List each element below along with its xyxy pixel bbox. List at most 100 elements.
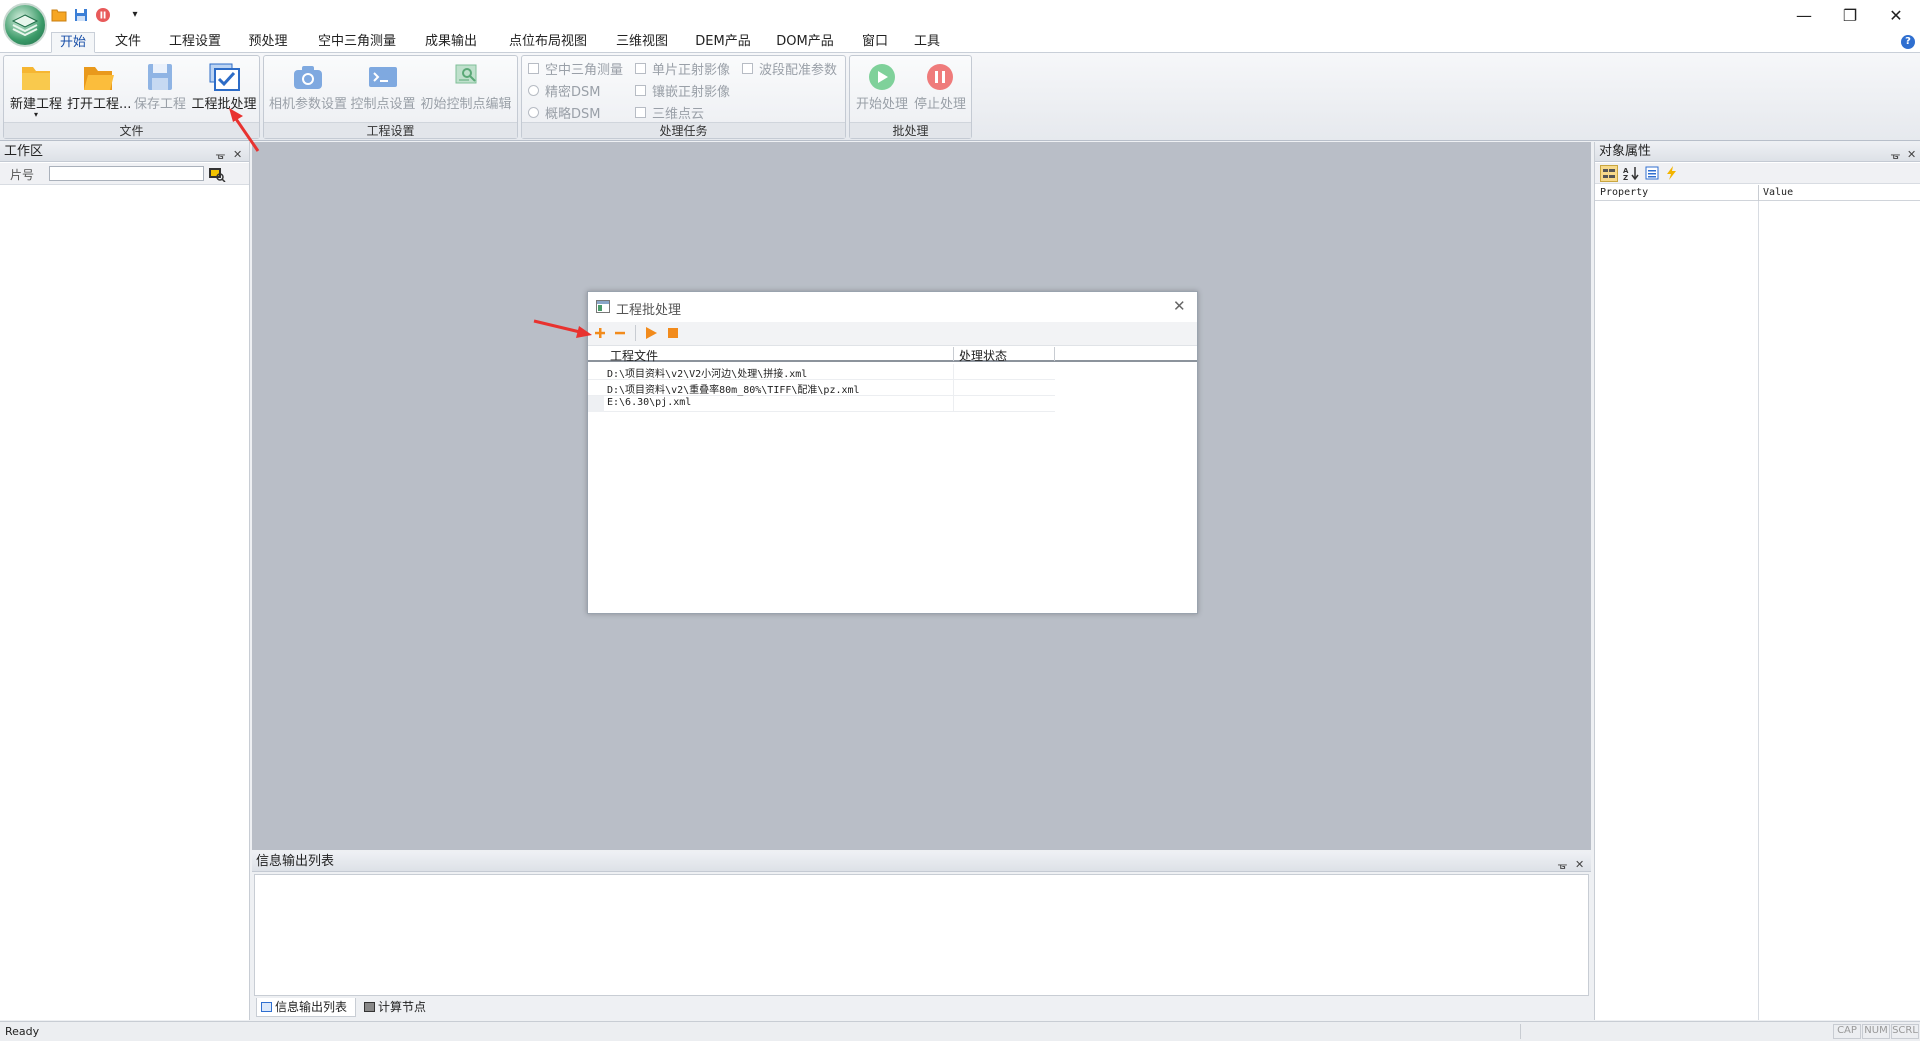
single-ortho-checkbox[interactable]: 单片正射影像 <box>635 59 731 78</box>
sort-alpha-icon[interactable]: AZ <box>1623 165 1639 184</box>
scroll-indicator: SCRL <box>1891 1024 1919 1039</box>
single-ortho-label: 单片正射影像 <box>652 62 731 78</box>
remove-icon[interactable] <box>613 326 627 344</box>
column-header-file[interactable]: 工程文件 <box>610 347 658 364</box>
status-bar: Ready CAP NUM SCRL <box>0 1021 1920 1041</box>
open-project-button[interactable]: 打开工程... <box>67 58 131 120</box>
properties-panel: 对象属性 ᚗ ✕ AZ Property Value <box>1594 142 1920 1020</box>
dense-dsm-label: 精密DSM <box>545 84 601 100</box>
dense-dsm-radio[interactable]: 精密DSM <box>528 81 601 100</box>
ribbon-group-batch: 开始处理 停止处理 批处理 <box>849 55 972 139</box>
menu-start[interactable]: 开始 <box>51 32 95 53</box>
status-divider <box>1520 1024 1521 1039</box>
menu-dom[interactable]: DOM产品 <box>775 32 835 53</box>
open-folder-icon[interactable] <box>50 6 68 23</box>
stop-process-button[interactable]: 停止处理 <box>912 58 968 120</box>
menu-layout-view[interactable]: 点位布局视图 <box>505 32 591 53</box>
camera-icon <box>294 66 322 89</box>
close-button[interactable]: ✕ <box>1873 0 1919 30</box>
pin-icon[interactable]: ᚗ <box>1558 855 1567 875</box>
play-circle-icon <box>869 64 895 90</box>
pin-icon[interactable]: ᚗ <box>1891 145 1900 165</box>
restore-button[interactable]: ❐ <box>1827 0 1873 30</box>
toolbar-separator <box>635 325 636 341</box>
radio-circle <box>528 84 539 96</box>
workspace-title: 工作区 <box>4 144 44 159</box>
status-text: Ready <box>5 1025 40 1038</box>
stop-square-icon[interactable] <box>667 327 679 343</box>
tab-label: 计算节点 <box>378 1000 427 1014</box>
aerial-triangulation-checkbox[interactable]: 空中三角测量 <box>528 59 623 78</box>
batch-group-title: 批处理 <box>850 122 971 138</box>
customize-dropdown-icon[interactable]: ▾ <box>126 6 144 23</box>
menu-bar: 开始 文件 工程设置 预处理 空中三角测量 成果输出 点位布局视图 三维视图 D… <box>0 30 1920 53</box>
property-pages-icon[interactable] <box>1645 166 1659 184</box>
help-icon[interactable]: ? <box>1901 35 1915 49</box>
property-grid-header: Property Value <box>1595 185 1920 201</box>
ribbon-group-settings: 相机参数设置 控制点设置 初始控制点编辑 工程设置 <box>263 55 518 139</box>
annotation-arrow <box>533 319 592 338</box>
save-project-button[interactable]: 保存工程 <box>131 58 189 120</box>
file-cell: D:\项目资料\v2\重叠率80m_80%\TIFF\配准\pz.xml <box>607 385 860 396</box>
menu-window[interactable]: 窗口 <box>857 32 893 53</box>
initial-control-edit-button[interactable]: 初始控制点编辑 <box>418 58 514 120</box>
play-icon[interactable] <box>644 326 658 344</box>
dialog-close-icon[interactable]: ✕ <box>1173 297 1186 315</box>
tab-compute-nodes[interactable]: 计算节点 <box>360 998 440 1017</box>
stop-process-label: 停止处理 <box>913 97 966 112</box>
title-bar: ▾ — ❐ ✕ <box>0 0 1920 30</box>
properties-title: 对象属性 <box>1599 144 1652 159</box>
close-icon[interactable]: ✕ <box>1575 855 1584 875</box>
stop-icon[interactable] <box>94 6 112 23</box>
tasks-group-title: 处理任务 <box>522 122 845 138</box>
menu-dem[interactable]: DEM产品 <box>693 32 753 53</box>
events-icon[interactable] <box>1666 166 1678 184</box>
menu-preprocess[interactable]: 预处理 <box>244 32 292 53</box>
checkbox-box <box>742 62 753 74</box>
point-cloud-label: 三维点云 <box>652 106 705 122</box>
add-icon[interactable] <box>593 326 607 344</box>
new-project-button[interactable]: 新建工程 ▾ <box>7 58 65 120</box>
cell-divider <box>953 364 954 380</box>
menu-3d-view[interactable]: 三维视图 <box>612 32 672 53</box>
ribbon-group-tasks: 空中三角测量 精密DSM 概略DSM 单片正射影像 镶嵌正射影像 三维点云 波段… <box>521 55 846 139</box>
pin-icon[interactable]: ᚗ <box>216 145 225 165</box>
control-points-label: 控制点设置 <box>350 97 416 112</box>
mosaic-ortho-checkbox[interactable]: 镶嵌正射影像 <box>635 81 730 100</box>
column-divider <box>1054 347 1055 361</box>
control-points-button[interactable]: 控制点设置 <box>350 58 416 120</box>
svg-text:Z: Z <box>1623 174 1628 181</box>
cell-divider <box>953 396 954 412</box>
checkbox-box <box>635 84 646 96</box>
cell-divider <box>953 380 954 396</box>
table-row[interactable]: E:\6.30\pj.xml <box>588 396 1055 412</box>
row-selector[interactable] <box>588 396 604 412</box>
table-row[interactable]: D:\项目资料\v2\重叠率80m_80%\TIFF\配准\pz.xml <box>588 380 1055 396</box>
search-input[interactable] <box>49 166 204 181</box>
camera-params-button[interactable]: 相机参数设置 <box>269 58 347 120</box>
search-icon[interactable] <box>208 166 226 186</box>
minimize-button[interactable]: — <box>1781 0 1827 30</box>
categorized-icon[interactable] <box>1600 165 1618 182</box>
output-log[interactable] <box>254 874 1589 996</box>
save-icon <box>148 64 172 90</box>
table-row[interactable]: D:\项目资料\v2\V2小河边\处理\拼接.xml <box>588 364 1055 380</box>
menu-file[interactable]: 文件 <box>110 32 146 53</box>
column-divider <box>1758 185 1759 201</box>
menu-output[interactable]: 成果输出 <box>421 32 481 53</box>
close-icon[interactable]: ✕ <box>1907 145 1916 165</box>
save-icon[interactable] <box>72 6 90 23</box>
column-header-status[interactable]: 处理状态 <box>959 347 1007 364</box>
menu-tools[interactable]: 工具 <box>909 32 945 53</box>
coarse-dsm-radio[interactable]: 概略DSM <box>528 103 601 122</box>
band-registration-checkbox[interactable]: 波段配准参数 <box>742 59 837 78</box>
point-cloud-checkbox[interactable]: 三维点云 <box>635 103 705 122</box>
ribbon: 新建工程 ▾ 打开工程... 保存工程 工程批处理 文件 相机参数设置 控制点设… <box>0 53 1920 141</box>
tab-output-list[interactable]: 信息输出列表 <box>256 998 356 1017</box>
coarse-dsm-label: 概略DSM <box>545 106 601 122</box>
start-process-button[interactable]: 开始处理 <box>854 58 910 120</box>
app-logo[interactable] <box>3 3 47 47</box>
menu-aerial-triangulation[interactable]: 空中三角测量 <box>314 32 400 53</box>
tab-label: 信息输出列表 <box>275 1000 348 1014</box>
menu-project-settings[interactable]: 工程设置 <box>165 32 225 53</box>
